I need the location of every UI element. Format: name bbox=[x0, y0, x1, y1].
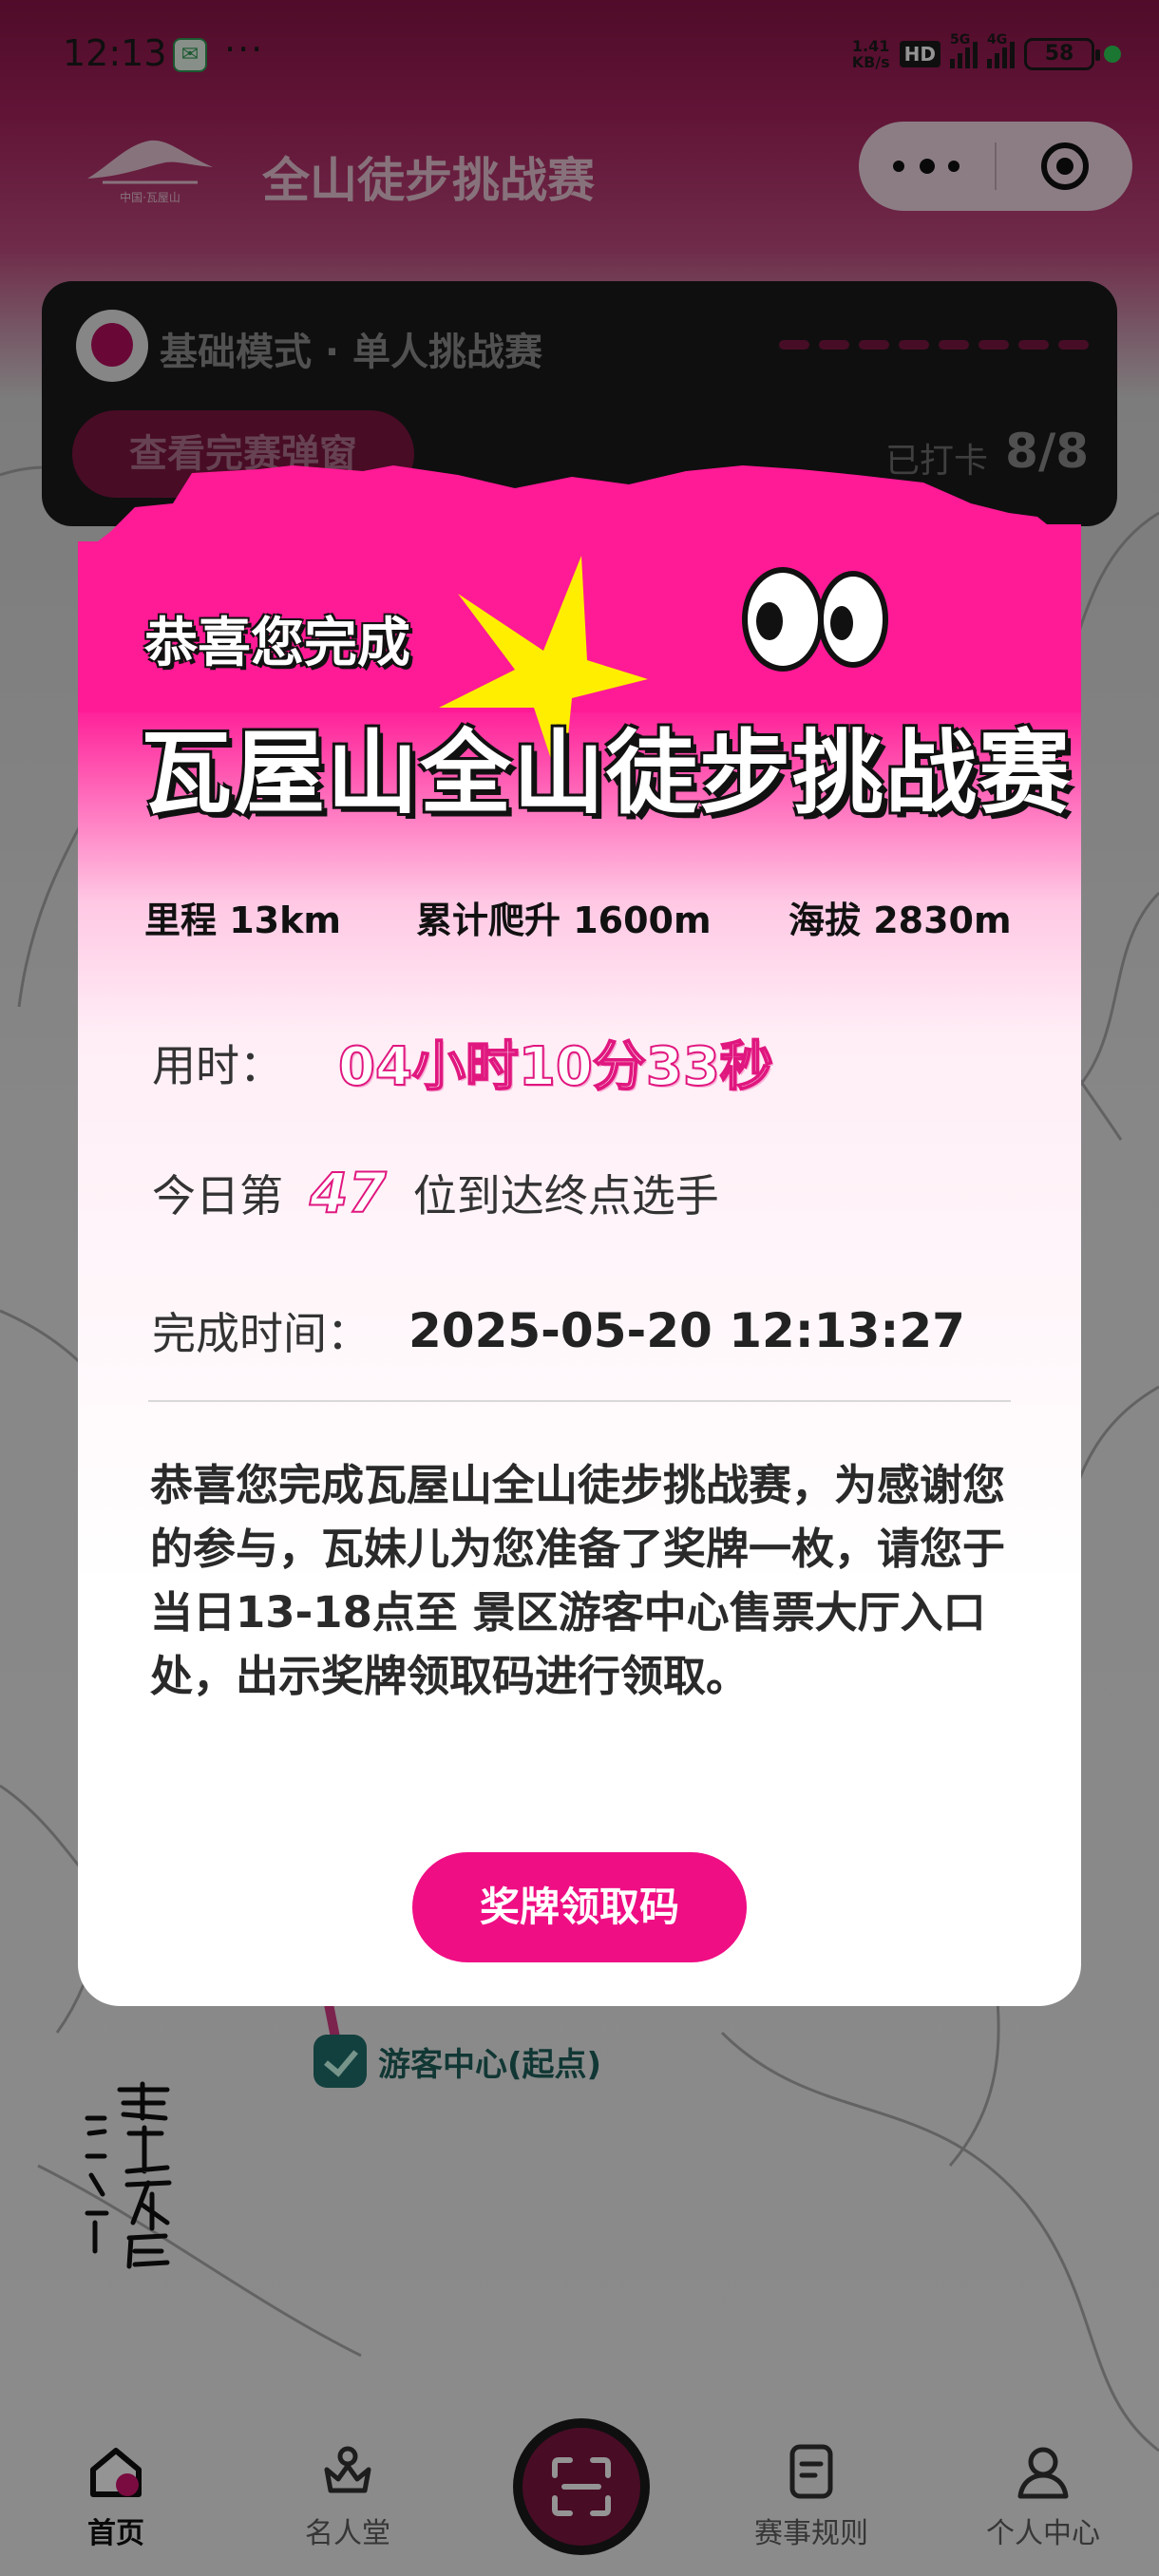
congrats-heading: 恭喜您完成 bbox=[144, 613, 410, 674]
modal-divider bbox=[148, 1400, 1011, 1402]
rank-suffix: 位到达终点选手 bbox=[412, 1170, 719, 1222]
finish-time-label: 完成时间： bbox=[152, 1308, 370, 1359]
rank-row: 今日第 47 位到达终点选手 bbox=[152, 1160, 719, 1226]
stat-distance: 里程 13km bbox=[144, 900, 341, 941]
rank-number: 47 bbox=[309, 1160, 388, 1226]
eyes-decoration bbox=[742, 567, 888, 672]
rank-prefix: 今日第 bbox=[152, 1170, 283, 1222]
completion-modal: 恭喜您完成 瓦屋山全山徒步挑战赛 里程 13km 累计爬升 1600m 海拔 2… bbox=[78, 465, 1081, 2006]
medal-code-button[interactable]: 奖牌领取码 bbox=[412, 1852, 747, 1962]
stat-altitude: 海拔 2830m bbox=[788, 900, 1012, 941]
duration-value: 04小时10分33秒 bbox=[337, 1035, 774, 1099]
finish-time-row: 完成时间： 2025-05-20 12:13:27 bbox=[152, 1299, 965, 1362]
finish-time-value: 2025-05-20 12:13:27 bbox=[408, 1303, 965, 1358]
medal-instructions: 恭喜您完成瓦屋山全山徒步挑战赛，为感谢您的参与，瓦妹儿为您准备了奖牌一枚，请您于… bbox=[150, 1460, 1006, 1701]
duration-row: 用时： 04小时10分33秒 bbox=[152, 1024, 774, 1101]
race-title: 瓦屋山全山徒步挑战赛 bbox=[141, 720, 1072, 826]
stat-elevation-gain: 累计爬升 1600m bbox=[416, 900, 712, 941]
duration-label: 用时： bbox=[152, 1039, 283, 1091]
